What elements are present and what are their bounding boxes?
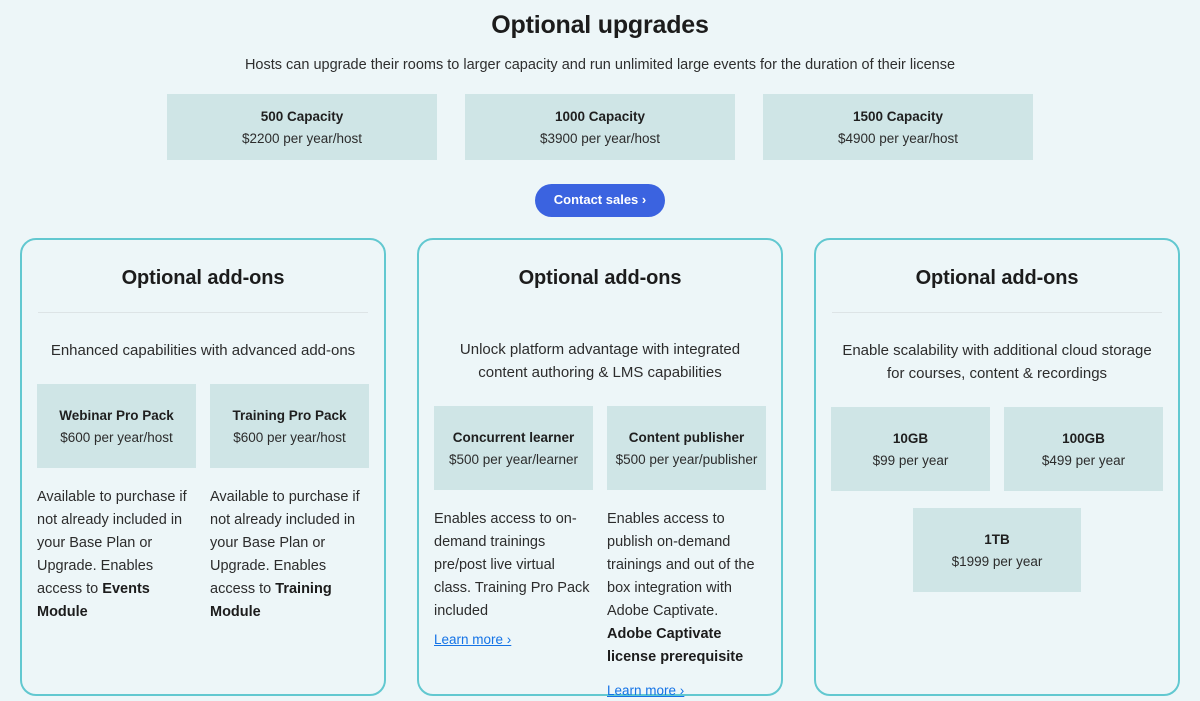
addon-note-text: Available to purchase if not already inc…: [37, 486, 196, 624]
addon-box-storage-10gb[interactable]: 10GB $99 per year: [831, 407, 990, 491]
addon-note-content-publisher: Enables access to publish on-demand trai…: [607, 508, 766, 701]
card-title: Optional add-ons: [121, 267, 285, 289]
addon-note-text: Enables access to publish on-demand trai…: [607, 508, 766, 669]
addon-price: $600 per year/host: [60, 429, 173, 445]
addon-boxes-row: Webinar Pro Pack $600 per year/host Trai…: [37, 384, 369, 468]
card-spacer: [37, 624, 369, 694]
addon-notes-row: Available to purchase if not already inc…: [37, 486, 369, 624]
card-description: Enhanced capabilities with advanced add-…: [50, 342, 356, 359]
cta-row: Contact sales ›: [0, 184, 1200, 217]
addon-cards-row: Optional add-ons Enhanced capabilities w…: [0, 238, 1200, 698]
card-description: Unlock platform advantage with integrate…: [459, 341, 741, 381]
addon-name: Concurrent learner: [452, 429, 575, 445]
addon-boxes-row-secondary: 1TB $1999 per year: [831, 508, 1163, 592]
addon-box-concurrent-learner[interactable]: Concurrent learner $500 per year/learner: [434, 406, 593, 490]
addon-price: $1999 per year: [951, 553, 1043, 569]
addon-note-text: Enables access to on-demand trainings pr…: [434, 508, 593, 623]
addon-note-emphasis: Adobe Captivate license prerequisite: [607, 626, 744, 665]
learn-more-link-concurrent-learner[interactable]: Learn more ›: [434, 630, 511, 650]
addon-price: $99 per year: [872, 452, 949, 468]
addon-note-plain: Enables access to publish on-demand trai…: [607, 511, 755, 619]
card-divider: [38, 312, 368, 313]
card-spacer: [831, 592, 1163, 694]
capacity-option-name: 1000 Capacity: [554, 108, 646, 124]
addon-card-content-lms: Optional add-ons Unlock platform advanta…: [417, 238, 783, 698]
capacity-option-name: 500 Capacity: [260, 108, 344, 124]
addon-name: Training Pro Pack: [232, 407, 347, 423]
capacity-option-1500[interactable]: 1500 Capacity $4900 per year/host: [763, 94, 1033, 160]
addon-notes-row: Enables access to on-demand trainings pr…: [434, 508, 766, 701]
addon-note-plain: Enables access to on-demand trainings pr…: [434, 511, 590, 619]
addon-card-cloud-storage: Optional add-ons Enable scalability with…: [814, 238, 1180, 696]
addon-boxes-row: Concurrent learner $500 per year/learner…: [434, 406, 766, 490]
addon-card-events-training: Optional add-ons Enhanced capabilities w…: [20, 238, 386, 696]
pricing-page: Optional upgrades Hosts can upgrade thei…: [0, 0, 1200, 701]
addon-note-webinar-pro-pack: Available to purchase if not already inc…: [37, 486, 196, 624]
card-title: Optional add-ons: [518, 267, 682, 289]
addon-name: Webinar Pro Pack: [59, 407, 174, 423]
addon-name: 10GB: [892, 430, 929, 446]
page-subtitle: Hosts can upgrade their rooms to larger …: [244, 57, 956, 73]
addon-boxes-row: 10GB $99 per year 100GB $499 per year: [831, 407, 1163, 491]
addon-note-training-pro-pack: Available to purchase if not already inc…: [210, 486, 369, 624]
addon-box-content-publisher[interactable]: Content publisher $500 per year/publishe…: [607, 406, 766, 490]
learn-more-link-content-publisher[interactable]: Learn more ›: [607, 681, 684, 701]
capacity-option-1000[interactable]: 1000 Capacity $3900 per year/host: [465, 94, 735, 160]
addon-box-storage-100gb[interactable]: 100GB $499 per year: [1004, 407, 1163, 491]
contact-sales-button[interactable]: Contact sales ›: [534, 184, 666, 217]
card-divider: [832, 312, 1162, 313]
addon-box-training-pro-pack[interactable]: Training Pro Pack $600 per year/host: [210, 384, 369, 468]
addon-price: $500 per year/publisher: [615, 451, 758, 467]
addon-name: Content publisher: [628, 429, 745, 445]
addon-price: $500 per year/learner: [448, 451, 579, 467]
addon-box-webinar-pro-pack[interactable]: Webinar Pro Pack $600 per year/host: [37, 384, 196, 468]
addon-name: 1TB: [984, 531, 1010, 547]
addon-price: $499 per year: [1041, 452, 1126, 468]
capacity-option-price: $4900 per year/host: [837, 130, 959, 146]
capacity-option-500[interactable]: 500 Capacity $2200 per year/host: [167, 94, 437, 160]
capacity-option-name: 1500 Capacity: [852, 108, 944, 124]
addon-price: $600 per year/host: [233, 429, 346, 445]
page-title: Optional upgrades: [491, 11, 709, 39]
addon-box-storage-1tb[interactable]: 1TB $1999 per year: [913, 508, 1081, 592]
card-title: Optional add-ons: [915, 267, 1079, 289]
capacity-options-row: 500 Capacity $2200 per year/host 1000 Ca…: [0, 94, 1200, 160]
addon-name: 100GB: [1062, 430, 1105, 446]
capacity-option-price: $3900 per year/host: [539, 130, 661, 146]
addon-note-concurrent-learner: Enables access to on-demand trainings pr…: [434, 508, 593, 701]
addon-note-text: Available to purchase if not already inc…: [210, 486, 369, 624]
card-description: Enable scalability with additional cloud…: [842, 342, 1152, 382]
capacity-option-price: $2200 per year/host: [241, 130, 363, 146]
